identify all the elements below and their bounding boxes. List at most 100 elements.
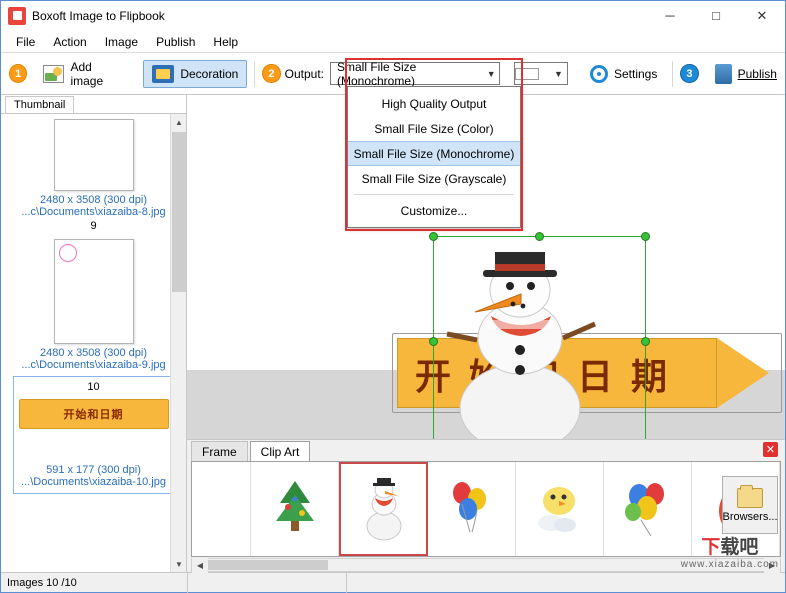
page-size-combobox[interactable]: ▼ [513, 62, 568, 85]
scrollbar-thumb[interactable] [172, 132, 186, 292]
toolbar-separator-2 [672, 60, 674, 87]
balloons-merry-icon [453, 482, 487, 533]
thumbnail-tab-row: Thumbnail [1, 95, 186, 114]
dropdown-item-small-color[interactable]: Small File Size (Color) [348, 116, 520, 141]
page-size-swatch [514, 67, 539, 80]
close-button[interactable]: ✕ [739, 1, 785, 31]
output-combobox[interactable]: Small File Size (Monochrome) ▼ [329, 59, 500, 88]
selection-box[interactable] [429, 232, 650, 439]
christmas-tree-icon [275, 481, 314, 531]
snowman-icon [366, 478, 402, 541]
resize-handle-e[interactable] [641, 337, 650, 346]
resize-handle-ne[interactable] [641, 232, 650, 241]
thumbnail-path: ...c\Documents\xiazaiba-8.jpg [21, 206, 166, 218]
chick-cloud-icon [538, 487, 577, 532]
scroll-up-icon[interactable]: ▲ [171, 114, 186, 130]
thumbnail-banner-image: 开始和日期 [18, 399, 169, 429]
scroll-left-icon[interactable]: ◀ [192, 557, 208, 573]
clipart-item-balloons-merry[interactable] [428, 462, 516, 556]
menu-image[interactable]: Image [96, 32, 147, 52]
minimize-button[interactable]: ─ [647, 1, 693, 31]
chevron-down-icon-2[interactable]: ▼ [550, 63, 567, 84]
output-dropdown-menu[interactable]: High Quality Output Small File Size (Col… [347, 86, 521, 228]
dropdown-item-small-monochrome[interactable]: Small File Size (Monochrome) [348, 141, 520, 166]
clipart-item-chick-cloud[interactable] [516, 462, 604, 556]
clipart-tab-row: Frame Clip Art ✕ [187, 440, 785, 461]
list-item[interactable]: 2480 x 3508 (300 dpi) ...c\Documents\xia… [1, 237, 186, 376]
resize-handle-n[interactable] [534, 232, 544, 241]
add-image-button[interactable]: Add image [35, 56, 133, 92]
status-images-count: Images 10 /10 [7, 576, 77, 589]
menu-help[interactable]: Help [204, 32, 247, 52]
add-image-icon [43, 64, 65, 83]
thumbnail-path: ...c\Documents\xiazaiba-9.jpg [21, 359, 166, 371]
list-item-selected[interactable]: 10 开始和日期 591 x 177 (300 dpi) ...\Documen… [13, 376, 174, 494]
thumbnail-page-number: 10 [87, 381, 100, 393]
thumbnail-list: 2480 x 3508 (300 dpi) ...c\Documents\xia… [1, 114, 186, 494]
dropdown-separator [354, 194, 514, 195]
tab-frame[interactable]: Frame [191, 441, 248, 461]
tab-thumbnail[interactable]: Thumbnail [5, 96, 75, 113]
add-image-label: Add image [70, 59, 104, 88]
publish-icon [714, 63, 732, 84]
menu-action[interactable]: Action [44, 32, 95, 52]
window-controls: ─ □ ✕ [647, 1, 785, 31]
thumbnail-dimensions: 2480 x 3508 (300 dpi) [39, 194, 148, 206]
output-label: Output: [284, 66, 324, 81]
watermark: 下载吧 www.xiazaiba.com [681, 532, 779, 570]
clipart-item-christmas-tree[interactable] [251, 462, 340, 556]
dropdown-item-high-quality[interactable]: High Quality Output [348, 91, 520, 116]
dropdown-item-customize[interactable]: Customize... [348, 198, 520, 223]
decoration-icon [152, 64, 175, 83]
balloons-party-icon [625, 483, 665, 537]
window-title: Boxoft Image to Flipbook [32, 8, 165, 23]
browse-button[interactable]: Browsers... [722, 476, 778, 534]
watermark-sub: www.xiazaiba.com [680, 559, 779, 570]
step-2-badge: 2 [262, 64, 281, 83]
thumbnail-panel: Thumbnail 2480 x 3508 (300 dpi) ...c\Doc… [1, 95, 187, 572]
menu-publish[interactable]: Publish [147, 32, 204, 52]
list-item[interactable]: 2480 x 3508 (300 dpi) ...c\Documents\xia… [1, 118, 186, 237]
step-1-badge: 1 [9, 64, 28, 83]
gear-icon [589, 64, 608, 83]
output-combobox-value: Small File Size (Monochrome) [336, 59, 417, 88]
chevron-down-icon[interactable]: ▼ [483, 63, 499, 84]
thumbnail-dimensions: 591 x 177 (300 dpi) [46, 464, 141, 476]
clipart-item-spacer [192, 462, 252, 556]
clipart-item-snowman[interactable] [339, 462, 428, 556]
resize-handle-w[interactable] [429, 337, 438, 346]
tab-clip-art[interactable]: Clip Art [249, 441, 311, 461]
dropdown-item-small-grayscale[interactable]: Small File Size (Grayscale) [348, 166, 520, 191]
settings-label: Settings [613, 66, 658, 81]
application-window: Boxoft Image to Flipbook ─ □ ✕ File Acti… [0, 0, 786, 593]
settings-button[interactable]: Settings [582, 61, 665, 87]
watermark-main-right: 载吧 [720, 537, 759, 558]
resize-handle-nw[interactable] [429, 232, 438, 241]
stamp-icon [58, 244, 77, 262]
thumbnail-dimensions: 2480 x 3508 (300 dpi) [39, 347, 148, 359]
thumbnail-path: ...\Documents\xiazaiba-10.jpg [21, 476, 166, 488]
app-icon [8, 6, 26, 25]
menu-file[interactable]: File [7, 32, 44, 52]
hscrollbar-thumb[interactable] [208, 560, 328, 570]
thumbnail-page-number: 9 [90, 220, 97, 232]
toolbar-separator-1 [254, 60, 256, 87]
menu-bar: File Action Image Publish Help [1, 31, 785, 53]
scroll-down-icon[interactable]: ▼ [171, 556, 186, 572]
browse-button-label: Browsers... [722, 510, 778, 523]
folder-icon [737, 484, 763, 508]
decoration-label: Decoration [180, 66, 239, 81]
title-bar: Boxoft Image to Flipbook ─ □ ✕ [1, 1, 785, 31]
close-panel-button[interactable]: ✕ [763, 442, 778, 457]
step-3-badge: 3 [680, 64, 699, 83]
maximize-button[interactable]: □ [693, 1, 739, 31]
publish-button[interactable]: Publish [707, 60, 785, 88]
watermark-main: 下载吧 [681, 532, 779, 559]
watermark-main-left: 下 [701, 537, 721, 558]
publish-label: Publish [737, 66, 777, 81]
thumbnail-scroll-area[interactable]: 2480 x 3508 (300 dpi) ...c\Documents\xia… [1, 114, 186, 572]
decoration-button[interactable]: Decoration [143, 59, 248, 88]
thumbnail-scrollbar[interactable]: ▲ ▼ [170, 114, 186, 572]
clipart-item-balloons-party[interactable] [604, 462, 692, 556]
status-cell-secondary [187, 572, 347, 593]
